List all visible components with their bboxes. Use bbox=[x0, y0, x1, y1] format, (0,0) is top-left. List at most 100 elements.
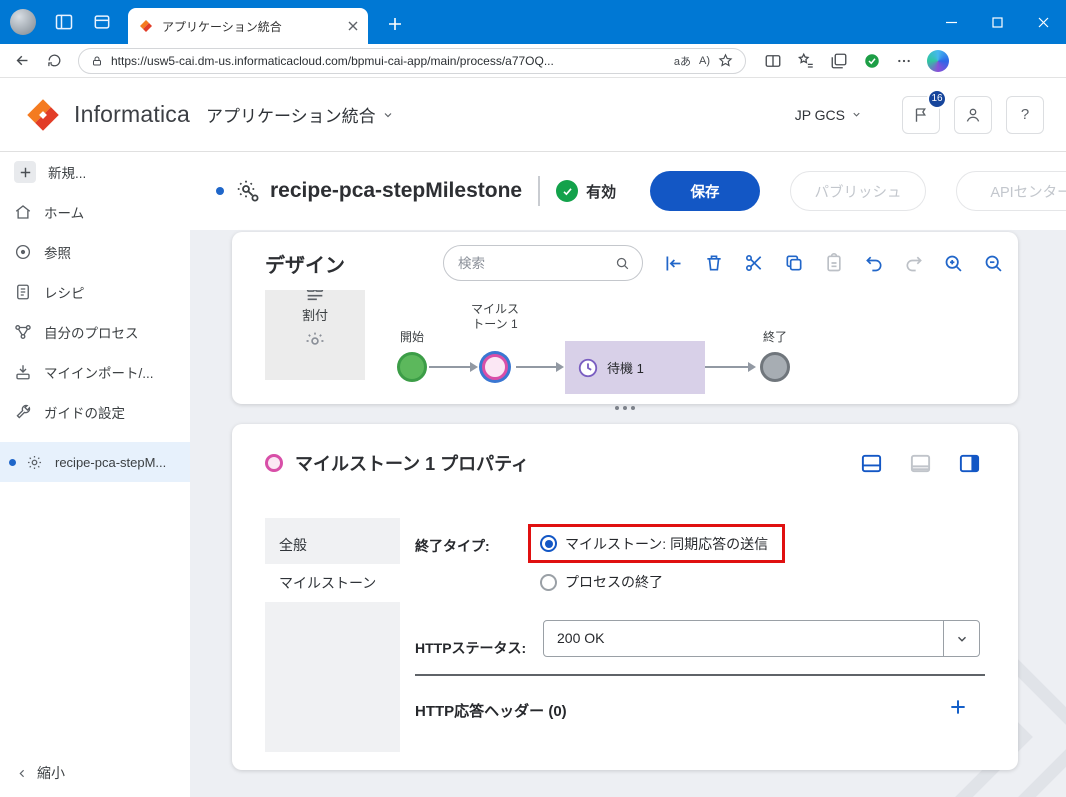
delete-icon[interactable] bbox=[697, 247, 730, 280]
paste-icon[interactable] bbox=[817, 247, 850, 280]
split-screen-icon[interactable] bbox=[764, 52, 782, 70]
tab-close-icon[interactable] bbox=[348, 21, 358, 31]
help-button[interactable]: ? bbox=[1006, 95, 1044, 134]
properties-panel: マイルストーン 1 プロパティ 全般 マイルストーン 終了タイプ: マイルストー… bbox=[232, 424, 1018, 770]
add-header-button[interactable] bbox=[943, 692, 973, 722]
collections-icon[interactable] bbox=[830, 52, 848, 70]
cut-icon[interactable] bbox=[737, 247, 770, 280]
wrench-icon bbox=[14, 403, 32, 421]
browser-tab[interactable]: アプリケーション統合 bbox=[128, 8, 368, 44]
sidebar-item-new[interactable]: 新規... bbox=[0, 152, 190, 192]
process-canvas[interactable]: 割付 開始 マイルストーン 1 待機 1 終了 bbox=[232, 290, 1018, 404]
dock-collapse-icon[interactable] bbox=[901, 444, 939, 482]
app-header: Informatica アプリケーション統合 JP GCS 16 ? bbox=[0, 78, 1066, 152]
favorites-hub-icon[interactable] bbox=[797, 52, 815, 70]
browser-window: アプリケーション統合 https://usw5-cai.dm-us.inform… bbox=[0, 0, 1066, 797]
browser-addressbar: https://usw5-cai.dm-us.informaticacloud.… bbox=[0, 44, 1066, 78]
process-title: recipe-pca-stepMilestone bbox=[270, 179, 523, 202]
properties-tab-column: 全般 マイルストーン bbox=[265, 518, 400, 752]
palette-item-assignment[interactable]: 割付 bbox=[265, 290, 365, 380]
wait-step-label: 待機 1 bbox=[607, 361, 644, 376]
lock-icon bbox=[91, 55, 103, 67]
more-options-icon[interactable] bbox=[896, 53, 912, 69]
go-to-start-icon[interactable] bbox=[657, 247, 690, 280]
sidebar-collapse-button[interactable]: 縮小 bbox=[16, 763, 65, 783]
http-status-select[interactable]: 200 OK bbox=[543, 620, 980, 657]
sidebar-item-my-processes[interactable]: 自分のプロセス bbox=[0, 312, 190, 352]
main-content: recipe-pca-stepMilestone 有効 保存 パブリッシュ AP… bbox=[190, 152, 1066, 797]
translate-icon[interactable]: aあ bbox=[674, 53, 691, 69]
tab-title: アプリケーション統合 bbox=[162, 19, 282, 34]
sidebar-item-browse[interactable]: 参照 bbox=[0, 232, 190, 272]
connector bbox=[705, 362, 756, 372]
dock-right-icon[interactable] bbox=[950, 444, 988, 482]
chevron-left-icon bbox=[16, 767, 29, 780]
url-bar[interactable]: https://usw5-cai.dm-us.informaticacloud.… bbox=[78, 47, 746, 74]
sidebar-item-open-process[interactable]: recipe-pca-stepM... bbox=[0, 442, 190, 482]
org-selector[interactable]: JP GCS bbox=[795, 107, 862, 123]
milestone-node[interactable] bbox=[482, 354, 508, 380]
flag-icon bbox=[912, 106, 930, 124]
browser-titlebar: アプリケーション統合 bbox=[0, 0, 1066, 44]
sidebar-item-recipe[interactable]: レシピ bbox=[0, 272, 190, 312]
tab-milestone[interactable]: マイルストーン bbox=[265, 564, 400, 602]
properties-form: 終了タイプ: マイルストーン: 同期応答の送信 プロセスの終了 HTTPステータ… bbox=[415, 518, 985, 752]
end-node-label: 終了 bbox=[762, 330, 787, 344]
search-input[interactable] bbox=[456, 254, 609, 272]
radio-milestone-sync-response[interactable] bbox=[540, 535, 557, 552]
status-badge: 有効 bbox=[586, 183, 617, 201]
workspaces-icon[interactable] bbox=[92, 12, 112, 32]
design-title: デザイン bbox=[265, 254, 345, 277]
window-minimize-button[interactable] bbox=[928, 0, 974, 44]
active-indicator-dot bbox=[216, 187, 224, 195]
valid-check-icon bbox=[556, 180, 579, 202]
refresh-icon[interactable] bbox=[47, 53, 62, 68]
sidebar-item-guide-settings[interactable]: ガイドの設定 bbox=[0, 392, 190, 432]
unsaved-indicator-dot bbox=[9, 458, 16, 466]
milestone-node-label: マイルストーン 1 bbox=[470, 302, 519, 331]
sidebar-item-my-imports[interactable]: マイインポート/... bbox=[0, 352, 190, 392]
tab-general[interactable]: 全般 bbox=[265, 526, 400, 564]
end-type-label: 終了タイプ: bbox=[415, 538, 490, 554]
copy-icon[interactable] bbox=[777, 247, 810, 280]
zoom-in-icon[interactable] bbox=[937, 247, 970, 280]
assignment-icon bbox=[304, 290, 326, 303]
save-button[interactable]: 保存 bbox=[650, 171, 760, 211]
end-node[interactable] bbox=[760, 352, 790, 382]
read-aloud-icon[interactable]: A) bbox=[699, 55, 710, 67]
copilot-icon[interactable] bbox=[927, 49, 949, 72]
back-icon[interactable] bbox=[14, 52, 31, 69]
divider bbox=[538, 176, 541, 206]
undo-icon[interactable] bbox=[857, 247, 890, 280]
radio-label: プロセスの終了 bbox=[565, 574, 663, 590]
publish-button[interactable]: パブリッシュ bbox=[790, 171, 926, 211]
palette-gear-icon bbox=[304, 330, 326, 352]
new-tab-button[interactable] bbox=[382, 11, 408, 37]
chevron-down-icon[interactable] bbox=[943, 621, 979, 656]
properties-title: マイルストーン 1 プロパティ bbox=[295, 454, 530, 474]
vertical-tabs-icon[interactable] bbox=[54, 12, 74, 32]
import-icon bbox=[14, 363, 32, 381]
window-maximize-button[interactable] bbox=[974, 0, 1020, 44]
browser-essentials-icon[interactable] bbox=[863, 52, 881, 70]
favorite-star-icon[interactable] bbox=[718, 53, 733, 68]
chevron-down-icon bbox=[382, 109, 394, 121]
dock-bottom-icon[interactable] bbox=[852, 444, 890, 482]
panel-resize-handle[interactable] bbox=[232, 406, 1018, 410]
redo-icon[interactable] bbox=[897, 247, 930, 280]
user-button[interactable] bbox=[954, 95, 992, 134]
url-text[interactable]: https://usw5-cai.dm-us.informaticacloud.… bbox=[111, 54, 666, 68]
zoom-out-icon[interactable] bbox=[977, 247, 1010, 280]
app-title-menu[interactable]: アプリケーション統合 bbox=[206, 102, 394, 127]
sidebar-item-home[interactable]: ホーム bbox=[0, 192, 190, 232]
start-node[interactable] bbox=[397, 352, 427, 382]
browser-profile-avatar[interactable] bbox=[10, 9, 36, 35]
radio-end-process[interactable] bbox=[540, 573, 557, 591]
wait-step-node[interactable]: 待機 1 bbox=[565, 341, 705, 394]
api-center-button[interactable]: APIセンター bbox=[956, 171, 1066, 211]
browse-icon bbox=[14, 243, 32, 261]
notifications-button[interactable]: 16 bbox=[902, 88, 947, 134]
design-panel: デザイン 検索 割付 開始 マイルストーン 1 待機 1 終了 bbox=[232, 232, 1018, 404]
radio-label: マイルストーン: 同期応答の送信 bbox=[565, 535, 769, 552]
window-close-button[interactable] bbox=[1020, 0, 1066, 44]
